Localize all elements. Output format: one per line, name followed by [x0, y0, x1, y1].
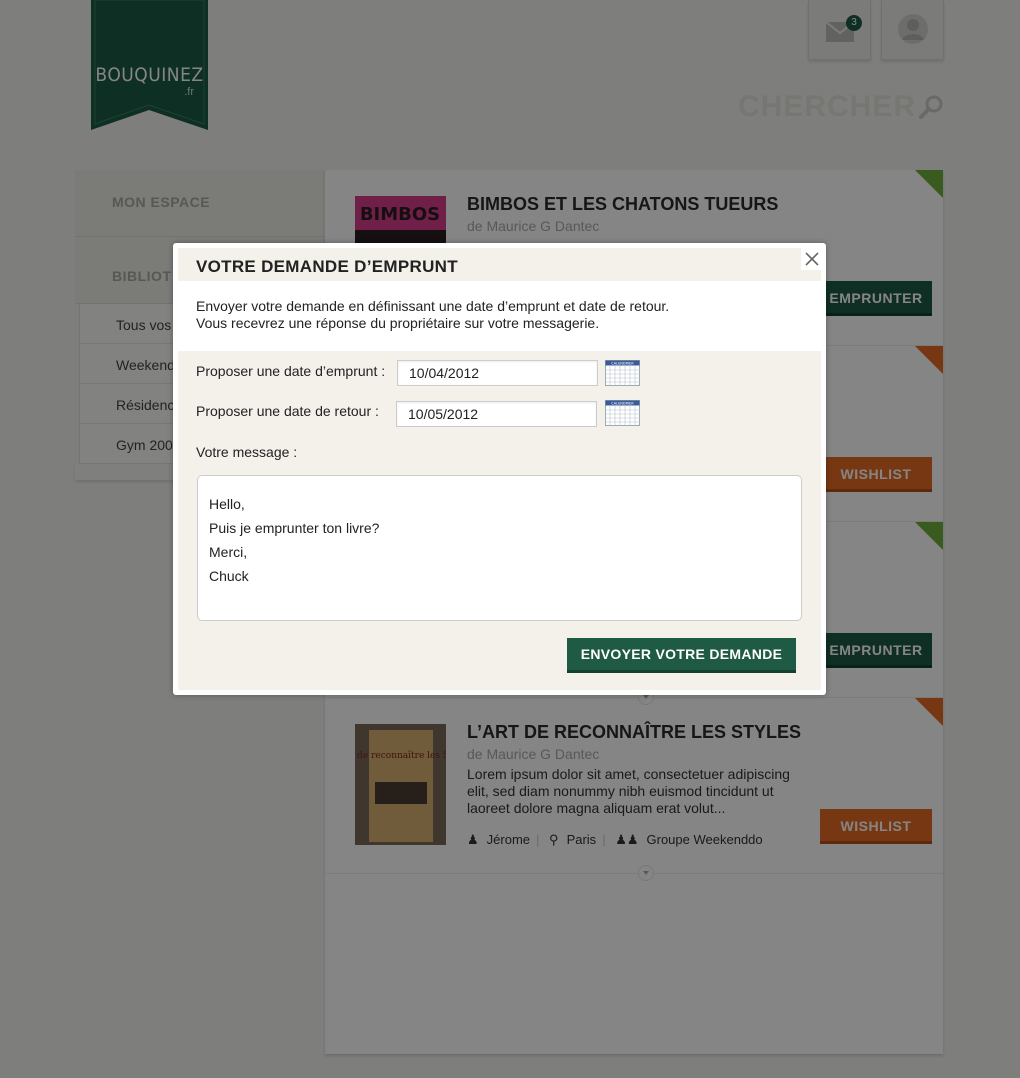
borrow-request-modal: VOTRE DEMANDE D’EMPRUNT Envoyer votre de…: [173, 243, 826, 695]
close-icon: [805, 252, 819, 266]
calendar-icon-label: CALENDRIER: [611, 362, 634, 366]
close-button[interactable]: [801, 248, 823, 270]
return-date-label: Proposer une date de retour :: [196, 403, 379, 419]
modal-title: VOTRE DEMANDE D’EMPRUNT: [196, 257, 458, 276]
return-date-input[interactable]: [396, 401, 597, 427]
intro-line: Envoyer votre demande en définissant une…: [196, 298, 670, 314]
intro-line: Vous recevrez une réponse du propriétair…: [196, 315, 600, 331]
borrow-form: Proposer une date d’emprunt : CALENDRIER…: [178, 351, 821, 690]
borrow-calendar-icon[interactable]: CALENDRIER: [605, 360, 640, 386]
message-label: Votre message :: [196, 444, 298, 460]
borrow-date-label: Proposer une date d’emprunt :: [196, 363, 386, 379]
modal-header: VOTRE DEMANDE D’EMPRUNT: [178, 248, 821, 281]
calendar-icon-label: CALENDRIER: [611, 402, 634, 406]
message-textarea[interactable]: Hello, Puis je emprunter ton livre? Merc…: [197, 475, 802, 621]
return-calendar-icon[interactable]: CALENDRIER: [605, 400, 640, 426]
modal-intro: Envoyer votre demande en définissant une…: [196, 298, 669, 332]
send-request-button[interactable]: ENVOYER VOTRE DEMANDE: [567, 638, 796, 673]
borrow-date-input[interactable]: [397, 360, 598, 386]
